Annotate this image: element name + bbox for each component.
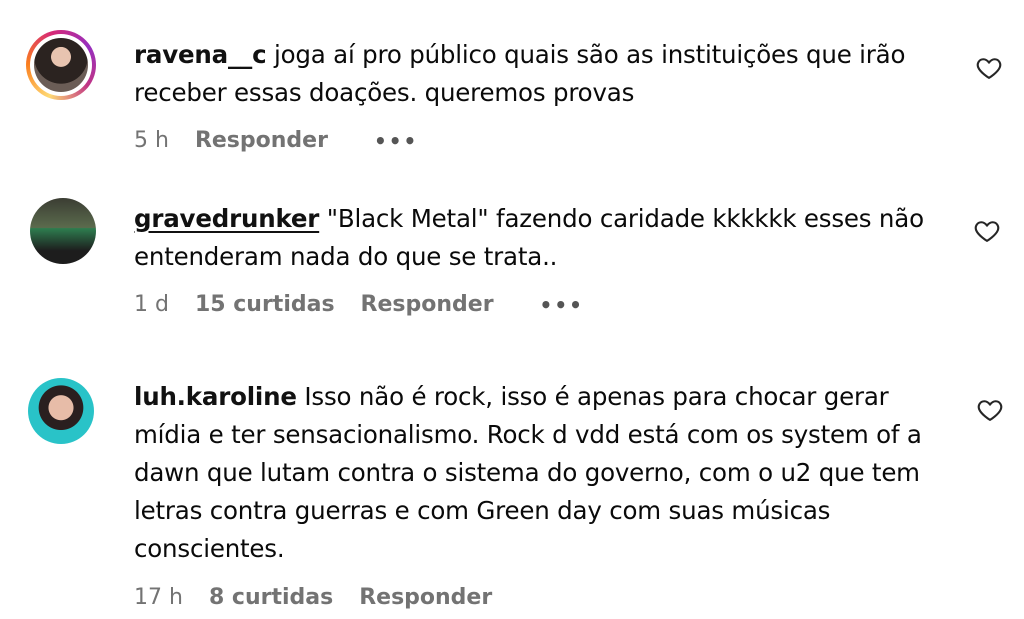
comment-time[interactable]: 17 h (134, 585, 183, 610)
avatar-image (34, 38, 88, 92)
avatar[interactable] (30, 198, 96, 264)
comment-username[interactable]: luh.karoline (134, 382, 297, 411)
heart-outline-icon[interactable] (973, 217, 1001, 245)
comment-likes[interactable]: 15 curtidas (195, 292, 335, 317)
comment-username[interactable]: gravedrunker (134, 204, 319, 233)
more-options-icon[interactable]: ••• (374, 129, 418, 153)
avatar-image (28, 378, 94, 444)
heart-outline-icon[interactable] (976, 396, 1004, 424)
comment-text-block: gravedrunker "Black Metal" fazendo carid… (134, 200, 964, 276)
comment-time[interactable]: 5 h (134, 128, 169, 153)
comment-meta: 5 h Responder ••• (134, 128, 418, 153)
comment-meta: 1 d 15 curtidas Responder ••• (134, 292, 584, 317)
comment-text-block: ravena__c joga aí pro público quais são … (134, 36, 964, 112)
comment-username[interactable]: ravena__c (134, 40, 267, 69)
reply-button[interactable]: Responder (195, 128, 328, 153)
avatar-image (30, 198, 96, 264)
heart-outline-icon[interactable] (975, 54, 1003, 82)
comment-likes[interactable]: 8 curtidas (209, 585, 333, 610)
more-options-icon[interactable]: ••• (540, 293, 584, 317)
avatar[interactable] (28, 378, 94, 444)
comment-meta: 17 h 8 curtidas Responder (134, 585, 492, 610)
avatar[interactable] (26, 30, 96, 100)
reply-button[interactable]: Responder (361, 292, 494, 317)
reply-button[interactable]: Responder (359, 585, 492, 610)
comment-time[interactable]: 1 d (134, 292, 169, 317)
comment-text-block: luh.karoline Isso não é rock, isso é ape… (134, 378, 949, 568)
